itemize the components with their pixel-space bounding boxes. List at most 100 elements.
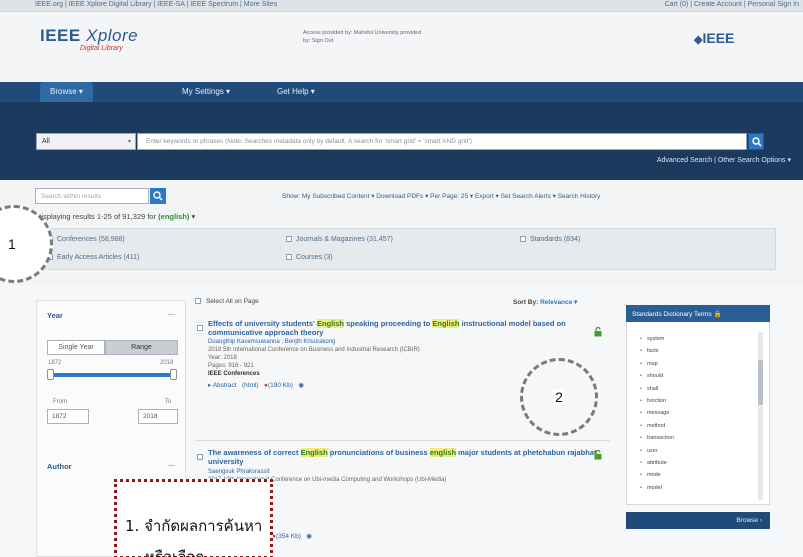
checkbox[interactable] — [195, 298, 201, 304]
sort-by[interactable]: Sort By: Relevance ▾ — [513, 298, 577, 306]
slider-max-handle[interactable] — [170, 369, 177, 380]
checkbox[interactable] — [520, 236, 526, 242]
sort-value: Relevance ▾ — [540, 299, 578, 306]
nav-browse[interactable]: Browse ▾ — [40, 82, 93, 102]
pdf-link[interactable]: (354 Kb) — [276, 533, 301, 540]
keyword-highlight: English — [432, 319, 460, 328]
result-checkbox[interactable] — [197, 325, 203, 331]
dictionary-term[interactable]: shall — [640, 386, 658, 392]
result-title[interactable]: The awareness of correct English pronunc… — [208, 448, 598, 466]
to-year-input[interactable]: 2018 — [138, 409, 178, 424]
facet-label: Journals & Magazines (31,457) — [296, 236, 393, 243]
checkbox[interactable] — [286, 236, 292, 242]
result-year: Year: 2018 — [208, 355, 237, 361]
collapse-icon[interactable]: — — [168, 462, 175, 469]
panel-title: Standards Dictionary Terms — [632, 311, 712, 318]
results-count: Displaying results 1-25 of 91,329 for (e… — [36, 212, 195, 221]
dictionary-term[interactable]: method — [640, 423, 665, 429]
logo-subtitle: Digital Library — [80, 45, 123, 52]
ieee-xplore-logo[interactable]: IEEE Xplore — [40, 26, 138, 46]
search-within-button[interactable] — [150, 188, 166, 204]
nav-my-settings[interactable]: My Settings ▾ — [182, 87, 230, 96]
facet-conferences[interactable]: Conferences (58,988) — [47, 236, 125, 243]
search-button[interactable] — [748, 133, 764, 150]
result-checkbox[interactable] — [197, 454, 203, 460]
share-icon[interactable]: ◉ — [298, 382, 304, 389]
top-site-links[interactable]: IEEE.org | IEEE Xplore Digital Library |… — [35, 1, 277, 8]
slider-min-handle[interactable] — [47, 369, 54, 380]
ieee-brand-logo[interactable]: ◆IEEE — [694, 30, 734, 46]
range-min-label: 1872 — [48, 360, 62, 366]
facet-label: Early Access Articles (411) — [57, 254, 140, 261]
dictionary-term[interactable]: model — [640, 485, 662, 491]
year-filter-title[interactable]: Year — [47, 311, 63, 320]
brand-text: IEEE — [702, 30, 735, 46]
search-within-input[interactable]: Search within results — [35, 188, 149, 204]
dictionary-term[interactable]: function — [640, 398, 666, 404]
dictionary-term[interactable]: attribute — [640, 460, 667, 466]
result-actions: ▸ Abstract (html) ●(190 Kb) ◉ — [208, 381, 304, 389]
facet-courses[interactable]: Courses (3) — [286, 254, 333, 261]
browse-dictionary-button[interactable]: Browse › — [626, 512, 770, 529]
title-text: speaking proceeding to — [346, 319, 431, 328]
html-link[interactable]: (html) — [242, 382, 259, 389]
from-label: From — [53, 399, 67, 405]
checkbox[interactable] — [286, 254, 292, 260]
dictionary-term[interactable]: system — [640, 336, 664, 342]
dictionary-term[interactable]: message — [640, 410, 669, 416]
open-access-lock-icon — [594, 327, 602, 337]
facet-early-access[interactable]: Early Access Articles (411) — [47, 254, 139, 261]
search-input[interactable]: Enter keywords or phrases (Note: Searche… — [137, 133, 747, 150]
share-icon[interactable]: ◉ — [306, 533, 312, 540]
title-text: pronunciations of business — [329, 448, 428, 457]
panel-header: Standards Dictionary Terms 🔒 — [626, 305, 770, 322]
dictionary-term[interactable]: transaction — [640, 435, 674, 441]
range-tab[interactable]: Range — [105, 340, 178, 355]
advanced-search-links[interactable]: Advanced Search | Other Search Options ▾ — [657, 156, 791, 164]
result-authors[interactable]: Duangthip Kasemsuwanna ; Benjth Krisurak… — [208, 339, 335, 345]
account-links[interactable]: Cart (0) | Create Account | Personal Sig… — [665, 1, 799, 8]
dictionary-term[interactable]: should — [640, 373, 663, 379]
abstract-link[interactable]: ▸ Abstract — [208, 382, 237, 389]
dictionary-term[interactable]: facts — [640, 348, 659, 354]
keyword-highlight: english — [429, 448, 457, 457]
year-range-slider[interactable] — [50, 373, 174, 377]
count-text: Displaying results 1-25 of 91,329 for — [36, 212, 157, 221]
annotation-note-line-2: หรือเลือก — [145, 548, 205, 557]
single-year-tab[interactable]: Single Year — [47, 340, 105, 355]
facet-journals[interactable]: Journals & Magazines (31,457) — [286, 236, 393, 243]
lock-icon: 🔒 — [713, 311, 722, 318]
author-filter-title[interactable]: Author — [47, 462, 72, 471]
select-all[interactable]: Select All on Page — [195, 298, 259, 305]
result-actions: ●(354 Kb) ◉ — [272, 532, 312, 540]
facet-label: Courses (3) — [296, 254, 333, 261]
sort-label: Sort By: — [513, 299, 539, 306]
search-scope-select[interactable]: All ▾ — [36, 133, 136, 150]
dictionary-term[interactable]: map — [640, 361, 658, 367]
select-all-label: Select All on Page — [206, 298, 259, 305]
search-icon — [153, 191, 163, 201]
terms-scrollbar[interactable] — [758, 332, 763, 500]
result-authors[interactable]: Saengsuk Phraksrassit — [208, 469, 269, 475]
content-type-facets — [36, 228, 776, 270]
pdf-link[interactable]: (190 Kb) — [268, 382, 293, 389]
dictionary-term[interactable]: user — [640, 448, 658, 454]
open-access-lock-icon — [594, 450, 602, 460]
logo-main: IEEE — [40, 26, 81, 45]
collapse-icon[interactable]: — — [168, 311, 175, 318]
to-label: To — [165, 399, 172, 405]
count-keyword: (english) — [158, 212, 190, 221]
dictionary-term[interactable]: mode — [640, 472, 661, 478]
nav-get-help[interactable]: Get Help ▾ — [277, 87, 315, 96]
results-toolbar[interactable]: Show: My Subscribed Content ▾ Download P… — [282, 192, 600, 200]
range-max-label: 2018 — [160, 360, 174, 366]
annotation-number: 1 — [8, 236, 16, 252]
result-publication[interactable]: 2018 5th International Conference on Bus… — [208, 347, 420, 353]
result-title[interactable]: Effects of university students' English … — [208, 319, 598, 337]
scrollbar-thumb[interactable] — [758, 360, 763, 405]
title-text: major students at — [458, 448, 521, 457]
title-text: Effects of university students' — [208, 319, 315, 328]
title-text: The awareness of correct — [208, 448, 299, 457]
from-year-input[interactable]: 1872 — [47, 409, 89, 424]
facet-standards[interactable]: Standards (834) — [520, 236, 580, 243]
